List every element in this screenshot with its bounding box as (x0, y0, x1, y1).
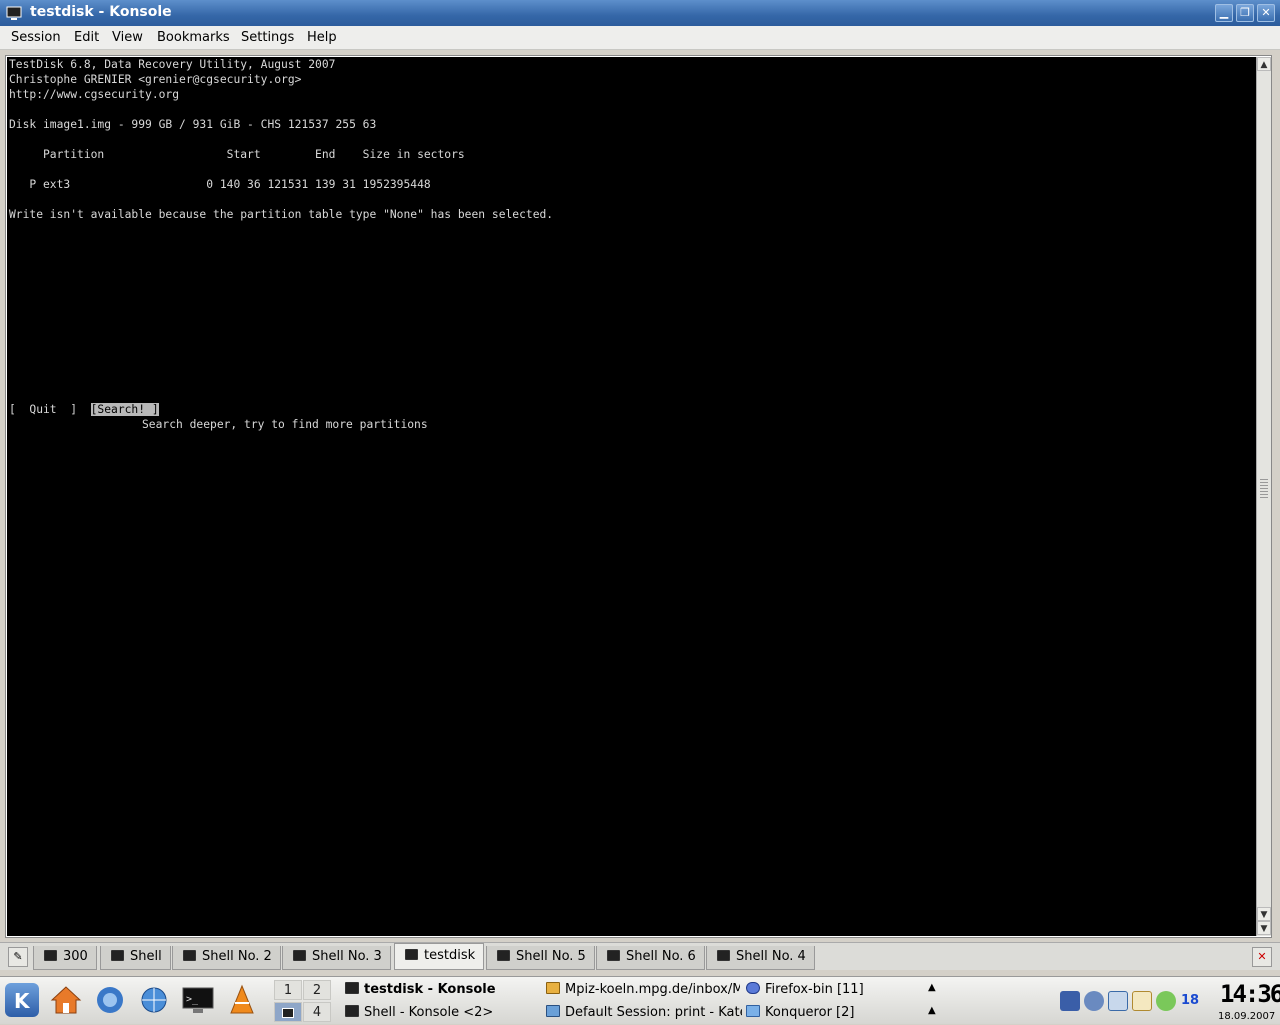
close-button[interactable]: ✕ (1257, 4, 1275, 22)
tab-label: 300 (63, 949, 88, 964)
terminal-icon (497, 950, 510, 961)
task-firefox[interactable]: Firefox-bin [11] (746, 982, 926, 997)
task-label: testdisk - Konsole (364, 982, 496, 997)
terminal-icon (44, 950, 57, 961)
terminal-icon (111, 950, 124, 961)
vlc-cone-icon[interactable] (225, 983, 259, 1017)
window-titlebar[interactable]: testdisk - Konsole ▁ ❐ ✕ (0, 0, 1280, 26)
terminal-icon (183, 950, 196, 961)
kate-editor-icon (546, 1005, 560, 1017)
task-mail[interactable]: Mpiz-koeln.mpg.de/inbox/Ma (546, 982, 740, 997)
terminal-icon (345, 982, 359, 994)
terminal-partition-columns: Partition Start End Size in sectors (9, 148, 465, 161)
tab-testdisk[interactable]: testdisk (394, 943, 485, 970)
search-option[interactable]: [Search! ] (90, 403, 159, 416)
tab-shell-3[interactable]: Shell No. 3 (282, 946, 391, 970)
firefox-icon (746, 982, 760, 994)
pager-desktop-3[interactable] (274, 1002, 302, 1022)
terminal-icon (282, 1008, 294, 1018)
kopete-icon[interactable] (1132, 991, 1152, 1011)
menu-edit[interactable]: Edit (74, 30, 99, 45)
terminal-icon (717, 950, 730, 961)
home-folder-icon[interactable] (49, 983, 83, 1017)
terminal-icon (405, 949, 418, 960)
window-title: testdisk - Konsole (30, 4, 172, 20)
task-shell-konsole[interactable]: Shell - Konsole <2> (345, 1005, 535, 1020)
quit-option[interactable]: [ Quit ] (9, 403, 91, 416)
menu-help[interactable]: Help (307, 30, 337, 45)
scroll-down-arrow-icon[interactable]: ▼ (1257, 907, 1271, 921)
tab-label: Shell No. 6 (626, 949, 696, 964)
new-session-icon[interactable]: ✎ (8, 947, 28, 967)
tab-shell-6[interactable]: Shell No. 6 (596, 946, 705, 970)
terminal-header-url: http://www.cgsecurity.org (9, 88, 180, 101)
konqueror-browser-icon[interactable] (93, 983, 127, 1017)
konsole-icon (6, 6, 22, 20)
scrollbar-grip-icon[interactable] (1260, 479, 1268, 499)
taskgroup-expand-icon[interactable]: ▲ (928, 982, 936, 993)
close-session-icon[interactable]: ✕ (1252, 947, 1272, 967)
tab-shell-2[interactable]: Shell No. 2 (172, 946, 281, 970)
maximize-button[interactable]: ❐ (1236, 4, 1254, 22)
task-label: Konqueror [2] (765, 1005, 855, 1020)
terminal-icon (607, 950, 620, 961)
kde-panel: K >_ 1 2 4 testdisk - Konsole Shell - Ko… (0, 976, 1280, 1024)
tab-shell-4[interactable]: Shell No. 4 (706, 946, 815, 970)
menu-bookmarks[interactable]: Bookmarks (157, 30, 230, 45)
clock-time[interactable]: 14:36 (1220, 980, 1280, 1008)
terminal-search-hint: Search deeper, try to find more partitio… (142, 418, 428, 431)
clock-date: 18.09.2007 (1218, 1011, 1276, 1022)
tab-label: Shell No. 4 (736, 949, 806, 964)
task-kate[interactable]: Default Session: print - Kate (546, 1005, 742, 1020)
network-tray-icon[interactable] (1156, 991, 1176, 1011)
pager-desktop-4[interactable]: 4 (303, 1002, 331, 1022)
svg-text:K: K (14, 989, 31, 1013)
terminal-header-author: Christophe GRENIER <grenier@cgsecurity.o… (9, 73, 302, 86)
klipper-clipboard-icon[interactable] (1108, 991, 1128, 1011)
tab-label: Shell No. 2 (202, 949, 272, 964)
kde-menu-icon[interactable]: K (5, 983, 39, 1017)
menu-view[interactable]: View (112, 30, 143, 45)
svg-text:>_: >_ (186, 994, 199, 1005)
pager-desktop-2[interactable]: 2 (303, 980, 331, 1000)
session-tabbar: ✎ 300 Shell Shell No. 2 Shell No. 3 test… (0, 942, 1280, 970)
terminal-icon (345, 1005, 359, 1017)
tab-shell[interactable]: Shell (100, 946, 171, 970)
task-label: Mpiz-koeln.mpg.de/inbox/Ma (565, 982, 740, 997)
task-testdisk-konsole[interactable]: testdisk - Konsole (345, 982, 535, 997)
terminal-icon (293, 950, 306, 961)
menu-settings[interactable]: Settings (241, 30, 294, 45)
terminal-partition-row: P ext3 0 140 36 121531 139 31 1952395448 (9, 178, 431, 191)
terminal-view[interactable]: TestDisk 6.8, Data Recovery Utility, Aug… (7, 57, 1256, 936)
terminal-header-title: TestDisk 6.8, Data Recovery Utility, Aug… (9, 58, 336, 71)
task-konqueror[interactable]: Konqueror [2] (746, 1005, 926, 1020)
volume-icon[interactable] (1084, 991, 1104, 1011)
display-tray-icon[interactable] (1060, 991, 1080, 1011)
menu-session[interactable]: Session (11, 30, 61, 45)
terminal-warning: Write isn't available because the partit… (9, 208, 554, 221)
folder-icon (746, 1005, 760, 1017)
terminal-disk-info: Disk image1.img - 999 GB / 931 GiB - CHS… (9, 118, 377, 131)
scroll-down-arrow-icon-2[interactable]: ▼ (1257, 921, 1271, 935)
tab-label: testdisk (424, 948, 476, 963)
taskgroup-expand-icon-2[interactable]: ▲ (928, 1005, 936, 1016)
scroll-up-arrow-icon[interactable]: ▲ (1257, 57, 1271, 71)
tab-shell-5[interactable]: Shell No. 5 (486, 946, 595, 970)
tab-300[interactable]: 300 (33, 946, 97, 970)
minimize-button[interactable]: ▁ (1215, 4, 1233, 22)
calendar-badge[interactable]: 18 (1180, 991, 1200, 1011)
terminal-scrollbar[interactable]: ▲ ▼ ▼ (1256, 57, 1271, 936)
terminal-launcher-icon[interactable]: >_ (181, 983, 215, 1017)
terminal-action-line: [ Quit ] [Search! ] (9, 402, 159, 417)
mail-icon (546, 982, 560, 994)
tab-label: Shell No. 3 (312, 949, 382, 964)
network-globe-icon[interactable] (137, 983, 171, 1017)
task-label: Default Session: print - Kate (565, 1005, 742, 1020)
task-label: Shell - Konsole <2> (364, 1005, 494, 1020)
tab-label: Shell (130, 949, 162, 964)
tab-label: Shell No. 5 (516, 949, 586, 964)
menubar: Session Edit View Bookmarks Settings Hel… (0, 26, 1280, 50)
task-label: Firefox-bin [11] (765, 982, 864, 997)
pager-desktop-1[interactable]: 1 (274, 980, 302, 1000)
